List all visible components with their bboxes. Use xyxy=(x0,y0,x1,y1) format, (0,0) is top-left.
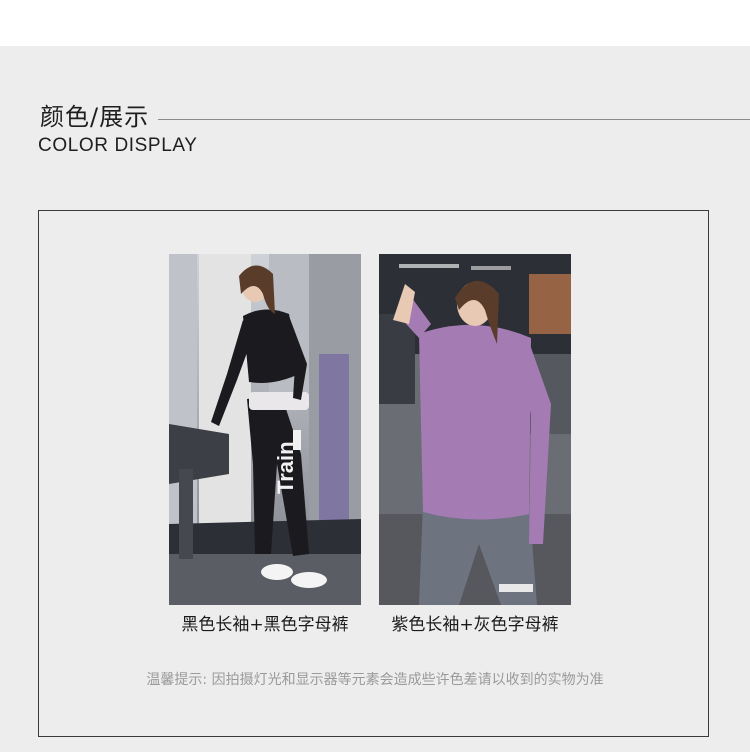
color-notice: 温馨提示: 因拍摄灯光和显示器等元素会造成些许色差请以收到的实物为准 xyxy=(146,672,604,688)
product-photo-black-set[interactable]: Train xyxy=(169,254,361,605)
purple-set-illustration xyxy=(379,254,571,605)
section-title-en: COLOR DISPLAY xyxy=(38,135,198,156)
top-band xyxy=(0,0,750,46)
black-set-illustration: Train xyxy=(169,254,361,605)
display-frame xyxy=(38,210,709,737)
section-title-cn: 颜色/展示 xyxy=(40,103,150,131)
caption-black-set: 黑色长袖+黑色字母裤 xyxy=(181,615,349,635)
caption-purple-set: 紫色长袖+灰色字母裤 xyxy=(391,615,559,635)
product-photo-purple-set[interactable] xyxy=(379,254,571,605)
title-divider xyxy=(158,119,750,120)
